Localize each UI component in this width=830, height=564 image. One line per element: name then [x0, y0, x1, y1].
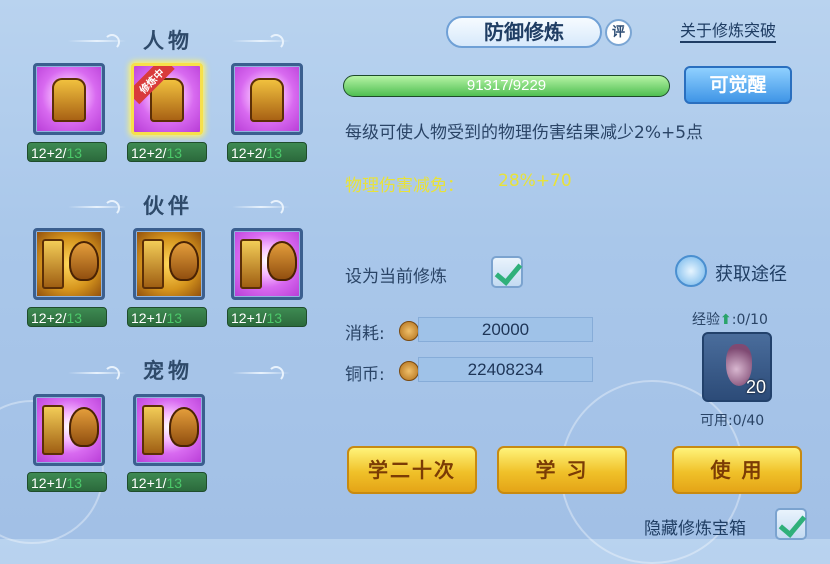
character-slot-2[interactable]: 修炼中 [131, 63, 203, 135]
obtain-route-link[interactable]: 获取途径 [715, 260, 787, 286]
rate-button[interactable]: 评 [605, 19, 632, 46]
section-decoration [68, 200, 126, 216]
effect-label: 物理伤害减免： [345, 176, 464, 196]
section-decoration [68, 34, 126, 50]
pet-slot-1-level: 12+1/13 [27, 472, 107, 492]
learn-button[interactable]: 学 习 [497, 446, 627, 494]
shield-icon [142, 239, 164, 289]
awaken-button[interactable]: 可觉醒 [684, 66, 792, 104]
section-decoration [232, 34, 290, 50]
pet-slot-2[interactable] [133, 394, 205, 466]
set-current-label: 设为当前修炼 [345, 267, 447, 287]
partner-slot-1-level: 12+2/13 [27, 307, 107, 327]
character-slot-3[interactable] [231, 63, 303, 135]
section-title-character: 人物 [143, 29, 193, 53]
character-slot-3-level: 12+2/13 [227, 142, 307, 162]
coins-value: 22408234 [418, 357, 593, 382]
warrior-figure-icon [250, 78, 284, 122]
book-icon[interactable] [675, 255, 707, 287]
exp-readout: 经验⬆:0/10 [692, 312, 768, 328]
section-title-partner: 伙伴 [143, 194, 193, 218]
partner-slot-2[interactable] [133, 228, 205, 300]
about-breakthrough-link[interactable]: 关于修炼突破 [680, 21, 777, 43]
pet-slot-1[interactable] [33, 394, 105, 466]
cost-label: 消耗: [345, 324, 385, 344]
progress-text: 91317/9229 [466, 77, 547, 94]
set-current-checkbox[interactable] [491, 256, 523, 288]
training-item-slot[interactable]: 20 [702, 332, 772, 402]
coins-label: 铜币: [345, 365, 385, 385]
lion-icon [267, 241, 297, 281]
up-arrow-icon: ⬆ [720, 312, 732, 328]
section-decoration [232, 200, 290, 216]
cost-value: 20000 [418, 317, 593, 342]
sword-icon [42, 405, 64, 455]
partner-slot-3[interactable] [231, 228, 303, 300]
character-slot-1[interactable] [33, 63, 105, 135]
partner-slot-2-level: 12+1/13 [127, 307, 207, 327]
pet-slot-2-level: 12+1/13 [127, 472, 207, 492]
lion-icon [69, 241, 99, 281]
cat-icon [69, 407, 99, 447]
hide-box-checkbox[interactable] [775, 508, 807, 540]
training-description: 每级可使人物受到的物理伤害结果减少2%+5点 [345, 123, 704, 143]
character-slot-2-level: 12+2/13 [127, 142, 207, 162]
section-title-pet: 宠物 [143, 359, 193, 383]
partner-slot-1[interactable] [33, 228, 105, 300]
panel-title: 防御修炼 [446, 16, 602, 48]
use-button[interactable]: 使 用 [672, 446, 802, 494]
hide-box-label: 隐藏修炼宝箱 [644, 519, 746, 539]
section-decoration [68, 366, 126, 382]
learn-twenty-button[interactable]: 学二十次 [347, 446, 477, 494]
available-count: 可用:0/40 [700, 413, 765, 429]
cat-icon [169, 407, 199, 447]
shield-icon [142, 405, 164, 455]
armor-figure-icon [52, 78, 86, 122]
partner-slot-3-level: 12+1/13 [227, 307, 307, 327]
effect-value: 28%+70 [498, 171, 572, 191]
coin-icon [399, 361, 419, 381]
character-slot-1-level: 12+2/13 [27, 142, 107, 162]
coin-icon [399, 321, 419, 341]
lion-icon [169, 241, 199, 281]
section-decoration [232, 366, 290, 382]
hand-icon [240, 239, 262, 289]
item-count: 20 [745, 377, 766, 397]
training-progress-bar: 91317/9229 [343, 75, 670, 97]
sword-icon [42, 239, 64, 289]
